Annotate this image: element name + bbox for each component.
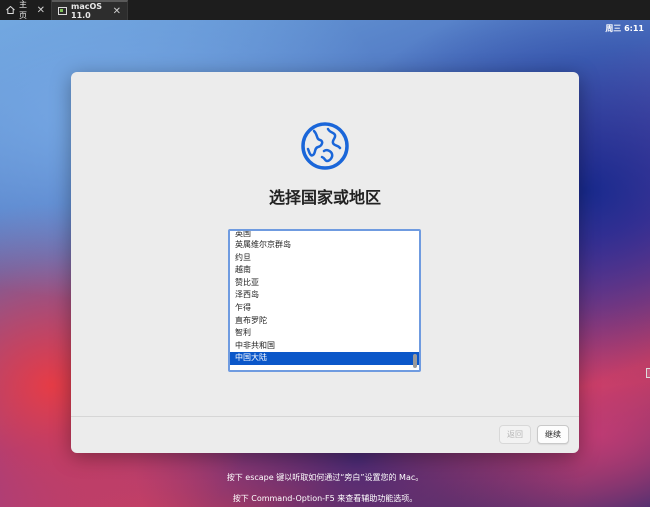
home-icon <box>6 6 15 14</box>
list-item[interactable]: 泽西岛 <box>230 289 419 302</box>
globe-icon <box>300 121 350 171</box>
list-item[interactable]: 中非共和国 <box>230 340 419 353</box>
list-item[interactable]: 直布罗陀 <box>230 315 419 328</box>
page-title: 选择国家或地区 <box>268 188 381 207</box>
vm-icon <box>58 7 67 15</box>
tab-home[interactable]: 主页 ✕ <box>0 0 52 20</box>
list-item[interactable]: 约旦 <box>230 252 419 265</box>
close-icon[interactable]: ✕ <box>113 6 121 17</box>
divider <box>71 416 579 417</box>
list-item[interactable]: 英国 <box>230 231 419 239</box>
back-button[interactable]: 返回 <box>499 425 531 444</box>
list-item[interactable]: 赞比亚 <box>230 277 419 290</box>
macos-desktop: 周三 6:11 选择国家或地区 英国 英属维尔京群岛 约旦 越南 赞比亚 泽西岛 乍得 直布罗… <box>0 20 650 507</box>
list-item[interactable]: 中国大陆 <box>230 352 419 365</box>
vm-tab-bar: 主页 ✕ macOS 11.0 ✕ <box>0 0 650 20</box>
edge-handle[interactable] <box>646 368 650 378</box>
list-item[interactable]: 乍得 <box>230 302 419 315</box>
tab-macos-label: macOS 11.0 <box>71 2 103 20</box>
menu-bar-clock: 周三 6:11 <box>605 24 644 33</box>
list-item[interactable]: 智利 <box>230 327 419 340</box>
scrollbar[interactable] <box>413 354 417 368</box>
continue-button[interactable]: 继续 <box>537 425 569 444</box>
voiceover-hint: 按下 escape 键以听取如何通过“旁白”设置您的 Mac。 <box>226 473 424 482</box>
setup-assistant-panel: 选择国家或地区 英国 英属维尔京群岛 约旦 越南 赞比亚 泽西岛 乍得 直布罗陀 智利 中非共和国… <box>71 72 579 453</box>
country-list: 英国 英属维尔京群岛 约旦 越南 赞比亚 泽西岛 乍得 直布罗陀 智利 中非共和国 中国大陆 <box>230 231 419 365</box>
tab-macos[interactable]: macOS 11.0 ✕ <box>52 0 128 20</box>
list-item[interactable]: 英属维尔京群岛 <box>230 239 419 252</box>
close-icon[interactable]: ✕ <box>37 5 45 16</box>
list-item[interactable]: 越南 <box>230 264 419 277</box>
tab-home-label: 主页 <box>19 0 27 20</box>
country-listbox[interactable]: 英国 英属维尔京群岛 约旦 越南 赞比亚 泽西岛 乍得 直布罗陀 智利 中非共和国 中国大陆 <box>228 229 421 372</box>
accessibility-hint: 按下 Command-Option-F5 来查看辅助功能选项。 <box>232 494 418 503</box>
